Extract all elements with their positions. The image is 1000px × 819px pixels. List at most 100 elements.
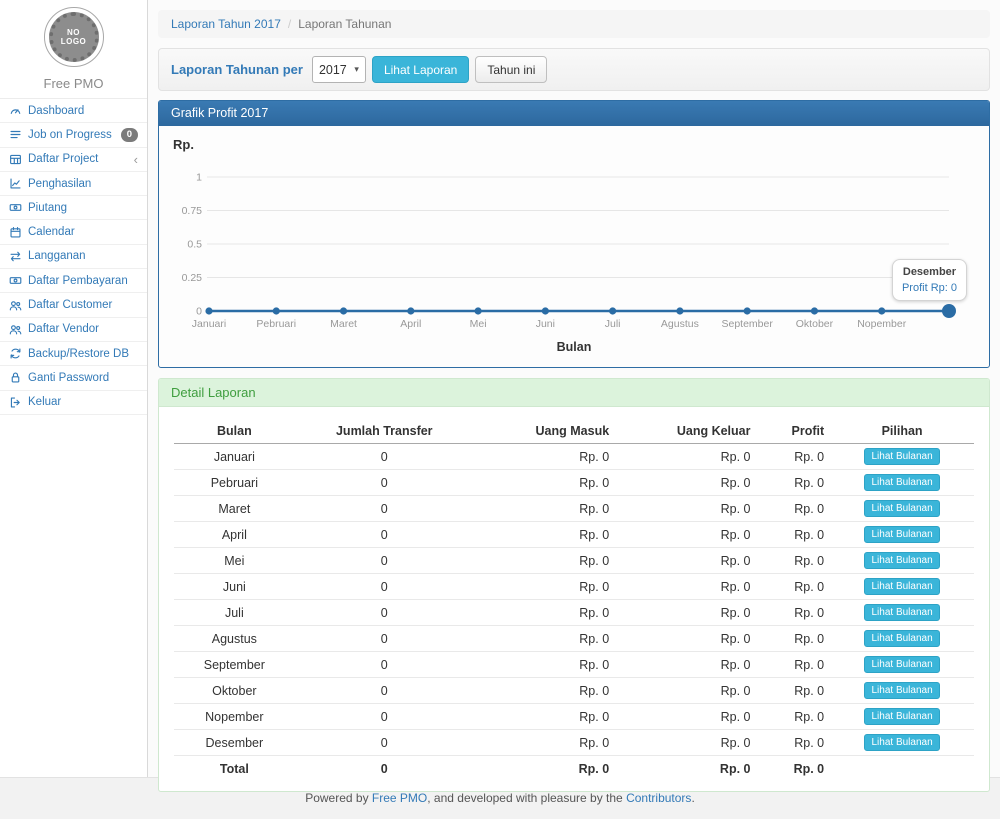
cell-bulan: April bbox=[174, 522, 295, 548]
lihat-bulanan-button[interactable]: Lihat Bulanan bbox=[864, 448, 939, 465]
x-tick-label: Januari bbox=[192, 318, 226, 330]
chevron-left-icon: ‹ bbox=[134, 153, 138, 166]
data-point[interactable] bbox=[273, 307, 280, 314]
cell-jumlah_transfer: 0 bbox=[295, 496, 474, 522]
cell-uang_masuk: Rp. 0 bbox=[474, 444, 615, 470]
lihat-bulanan-button[interactable]: Lihat Bulanan bbox=[864, 500, 939, 517]
no-logo-seal: NO LOGO bbox=[44, 7, 104, 67]
column-header-profit: Profit bbox=[756, 419, 830, 444]
sidebar-item-daftar-vendor[interactable]: Daftar Vendor bbox=[0, 318, 147, 342]
data-point[interactable] bbox=[474, 307, 481, 314]
breadcrumb-separator: / bbox=[288, 17, 291, 31]
cell-profit: Rp. 0 bbox=[756, 652, 830, 678]
cell-uang_masuk: Rp. 0 bbox=[474, 704, 615, 730]
sidebar-item-dashboard[interactable]: Dashboard bbox=[0, 99, 147, 123]
no-logo-seal-inner: NO LOGO bbox=[49, 12, 99, 62]
filter-label: Laporan Tahunan per bbox=[171, 62, 303, 77]
cell-jumlah_transfer: 0 bbox=[295, 548, 474, 574]
lihat-bulanan-button[interactable]: Lihat Bulanan bbox=[864, 656, 939, 673]
table-row: April0Rp. 0Rp. 0Rp. 0Lihat Bulanan bbox=[174, 522, 974, 548]
lihat-bulanan-button[interactable]: Lihat Bulanan bbox=[864, 552, 939, 569]
cell-uang_keluar: Rp. 0 bbox=[615, 704, 756, 730]
data-point-highlighted[interactable] bbox=[942, 304, 956, 318]
x-tick-label: Mei bbox=[470, 318, 487, 330]
data-point[interactable] bbox=[878, 307, 885, 314]
profit-line-chart: 00.250.50.751JanuariPebruariMaretAprilMe… bbox=[159, 126, 990, 367]
cell-profit: Rp. 0 bbox=[756, 548, 830, 574]
sidebar-item-calendar[interactable]: Calendar bbox=[0, 220, 147, 244]
footer-link-free-pmo[interactable]: Free PMO bbox=[372, 791, 427, 805]
sidebar-item-langganan[interactable]: Langganan bbox=[0, 245, 147, 269]
sidebar-item-daftar-customer[interactable]: Daftar Customer bbox=[0, 293, 147, 317]
tooltip-month: Desember bbox=[902, 266, 957, 278]
sidebar-item-label: Calendar bbox=[28, 226, 75, 238]
column-header-uang_keluar: Uang Keluar bbox=[615, 419, 756, 444]
profit-chart-panel: Grafik Profit 2017 Rp. 00.250.50.751Janu… bbox=[158, 100, 990, 368]
cell-profit: Rp. 0 bbox=[756, 470, 830, 496]
logo-text-line1: NO bbox=[67, 28, 80, 37]
sidebar-item-label: Langganan bbox=[28, 250, 86, 262]
data-point[interactable] bbox=[609, 307, 616, 314]
cell-bulan: Total bbox=[174, 756, 295, 781]
table-row: Januari0Rp. 0Rp. 0Rp. 0Lihat Bulanan bbox=[174, 444, 974, 470]
cell-uang_keluar: Rp. 0 bbox=[615, 496, 756, 522]
cell-uang_masuk: Rp. 0 bbox=[474, 470, 615, 496]
sidebar-item-keluar[interactable]: Keluar bbox=[0, 391, 147, 415]
y-tick-label: 0 bbox=[196, 306, 202, 318]
data-point[interactable] bbox=[744, 307, 751, 314]
lock-icon bbox=[9, 371, 22, 384]
cell-jumlah_transfer: 0 bbox=[295, 730, 474, 756]
sidebar-item-daftar-pembayaran[interactable]: Daftar Pembayaran bbox=[0, 269, 147, 293]
lihat-bulanan-button[interactable]: Lihat Bulanan bbox=[864, 734, 939, 751]
cell-uang_masuk: Rp. 0 bbox=[474, 548, 615, 574]
sidebar: NO LOGO Free PMO DashboardJob on Progres… bbox=[0, 0, 148, 777]
data-point[interactable] bbox=[407, 307, 414, 314]
footer-link-contributors[interactable]: Contributors bbox=[626, 791, 691, 805]
cell-bulan: Agustus bbox=[174, 626, 295, 652]
table-row: Agustus0Rp. 0Rp. 0Rp. 0Lihat Bulanan bbox=[174, 626, 974, 652]
sidebar-item-daftar-project[interactable]: Daftar Project‹ bbox=[0, 148, 147, 172]
sidebar-item-piutang[interactable]: Piutang bbox=[0, 196, 147, 220]
sidebar-item-label: Daftar Pembayaran bbox=[28, 275, 128, 287]
lihat-bulanan-button[interactable]: Lihat Bulanan bbox=[864, 474, 939, 491]
lihat-laporan-button[interactable]: Lihat Laporan bbox=[372, 56, 469, 83]
sidebar-item-job-on-progress[interactable]: Job on Progress0 bbox=[0, 123, 147, 147]
lihat-bulanan-button[interactable]: Lihat Bulanan bbox=[864, 578, 939, 595]
sidebar-item-ganti-password[interactable]: Ganti Password bbox=[0, 366, 147, 390]
sidebar-item-penghasilan[interactable]: Penghasilan bbox=[0, 172, 147, 196]
data-point[interactable] bbox=[676, 307, 683, 314]
tahun-ini-button[interactable]: Tahun ini bbox=[475, 56, 547, 83]
cell-uang_keluar: Rp. 0 bbox=[615, 730, 756, 756]
sidebar-item-backup-restore-db[interactable]: Backup/Restore DB bbox=[0, 342, 147, 366]
lihat-bulanan-button[interactable]: Lihat Bulanan bbox=[864, 708, 939, 725]
lihat-bulanan-button[interactable]: Lihat Bulanan bbox=[864, 630, 939, 647]
y-tick-label: 1 bbox=[196, 172, 202, 184]
data-point[interactable] bbox=[340, 307, 347, 314]
cell-jumlah_transfer: 0 bbox=[295, 444, 474, 470]
lihat-bulanan-button[interactable]: Lihat Bulanan bbox=[864, 526, 939, 543]
sidebar-item-label: Dashboard bbox=[28, 105, 84, 117]
year-select[interactable]: 2017 ▾ bbox=[312, 56, 366, 83]
cell-uang_keluar: Rp. 0 bbox=[615, 444, 756, 470]
cell-bulan: Juli bbox=[174, 600, 295, 626]
lihat-bulanan-button[interactable]: Lihat Bulanan bbox=[864, 682, 939, 699]
cell-uang_masuk: Rp. 0 bbox=[474, 522, 615, 548]
table-header-row: BulanJumlah TransferUang MasukUang Kelua… bbox=[174, 419, 974, 444]
data-point[interactable] bbox=[811, 307, 818, 314]
x-tick-label: Pebruari bbox=[256, 318, 296, 330]
cell-uang_keluar: Rp. 0 bbox=[615, 756, 756, 781]
cell-pilihan: Lihat Bulanan bbox=[830, 704, 974, 730]
breadcrumb-link-laporan-tahun[interactable]: Laporan Tahun 2017 bbox=[171, 17, 281, 31]
detail-report-panel: Detail Laporan BulanJumlah TransferUang … bbox=[158, 378, 990, 792]
cell-bulan: Mei bbox=[174, 548, 295, 574]
data-point[interactable] bbox=[205, 307, 212, 314]
x-tick-label: Maret bbox=[330, 318, 357, 330]
data-point[interactable] bbox=[542, 307, 549, 314]
lihat-bulanan-button[interactable]: Lihat Bulanan bbox=[864, 604, 939, 621]
cell-profit: Rp. 0 bbox=[756, 574, 830, 600]
detail-panel-body: BulanJumlah TransferUang MasukUang Kelua… bbox=[159, 407, 989, 791]
sidebar-item-label: Daftar Vendor bbox=[28, 323, 99, 335]
chart-tooltip: Desember Profit Rp: 0 bbox=[892, 259, 967, 301]
table-row: Desember0Rp. 0Rp. 0Rp. 0Lihat Bulanan bbox=[174, 730, 974, 756]
table-row: Juli0Rp. 0Rp. 0Rp. 0Lihat Bulanan bbox=[174, 600, 974, 626]
